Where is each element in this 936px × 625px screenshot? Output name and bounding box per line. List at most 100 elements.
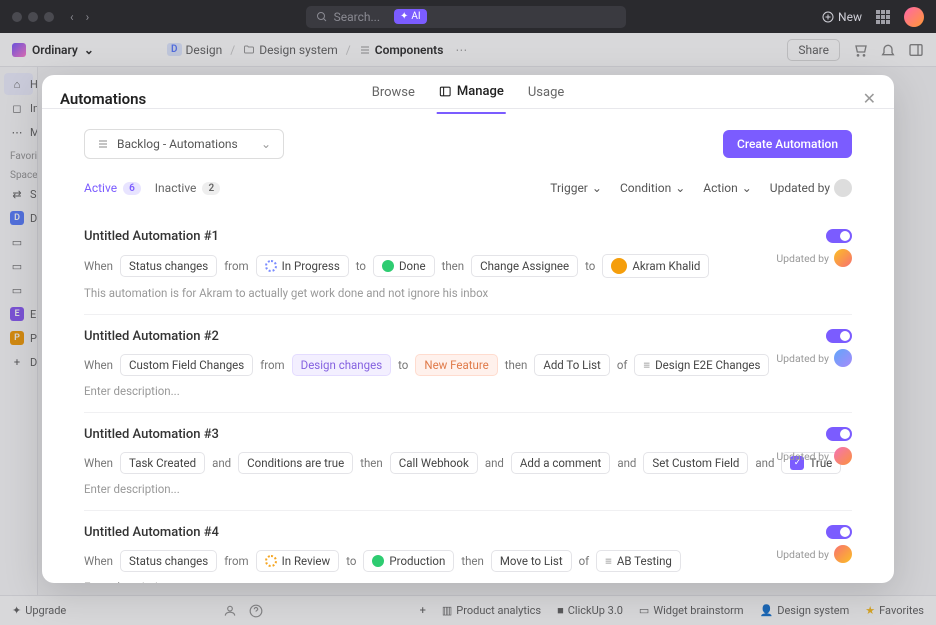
automation-description[interactable]: Enter description... [84,384,852,398]
modal-title: Automations [60,90,146,108]
chevron-down-icon: ⌄ [742,181,752,195]
rule-chip[interactable]: Change Assignee [471,255,578,277]
ai-badge[interactable]: ✦ AI [394,9,427,24]
nav-arrows: ‹ › [70,10,89,24]
rule-connector: then [505,358,528,372]
forward-button[interactable]: › [86,10,90,24]
rule-connector: When [84,456,113,470]
automation-title: Untitled Automation #2 [84,329,852,344]
automations-modal: Automations Browse Manage Usage ✕ Backlo… [42,75,894,583]
chevron-down-icon: ⌄ [592,181,602,195]
rule-chip[interactable]: Add To List [534,354,610,376]
automation-description[interactable]: Enter description... [84,580,852,583]
filter-condition[interactable]: Condition ⌄ [620,179,685,197]
list-icon: ≡ [643,358,650,372]
rule-chip[interactable]: In Progress [256,255,349,277]
automation-title: Untitled Automation #3 [84,427,852,442]
rule-connector: from [260,358,284,372]
count-badge: 6 [123,182,141,195]
status-done-icon [382,260,394,272]
automation-toggle[interactable] [826,525,852,539]
rule-connector: of [617,358,628,372]
rule-chip[interactable]: Move to List [491,550,572,572]
automation-description[interactable]: Enter description... [84,482,852,496]
rule-chip[interactable]: Status changes [120,255,217,277]
avatar-icon [834,545,852,563]
traffic-lights [12,12,54,22]
rule-chip[interactable]: New Feature [415,354,497,376]
rule-chip[interactable]: Status changes [120,550,217,572]
automation-description[interactable]: This automation is for Akram to actually… [84,286,852,300]
automation-rule: When Status changes from In Review to Product… [84,550,852,572]
apps-icon[interactable] [876,10,890,24]
rule-chip[interactable]: ≡Design E2E Changes [634,354,769,376]
rule-chip[interactable]: ≡AB Testing [596,550,681,572]
rule-connector: When [84,554,113,568]
rule-connector: and [485,456,504,470]
user-avatar[interactable] [904,7,924,27]
automation-item[interactable]: Untitled Automation #4 When Status changes… [84,511,852,583]
filter-updated-by[interactable]: Updated by [770,179,852,197]
rule-chip[interactable]: In Review [256,550,340,572]
filter-action[interactable]: Action ⌄ [703,179,752,197]
avatar-icon [834,447,852,465]
rule-connector: of [579,554,590,568]
rule-connector: from [224,554,248,568]
rule-connector: and [617,456,636,470]
tab-manage[interactable]: Manage [437,84,506,114]
automation-meta: Updated by [776,525,852,563]
rule-chip[interactable]: Task Created [120,452,205,474]
rule-chip[interactable]: Akram Khalid [602,254,709,278]
rule-chip[interactable]: Add a comment [511,452,610,474]
rule-connector: to [346,554,356,568]
filter-active[interactable]: Active 6 [84,181,141,195]
search-icon [316,11,328,23]
rule-connector: then [442,259,465,273]
tab-browse[interactable]: Browse [370,84,417,114]
create-automation-button[interactable]: Create Automation [723,130,852,158]
rule-chip[interactable]: Done [373,255,435,277]
plus-circle-icon [822,11,834,23]
rule-connector: When [84,358,113,372]
rule-connector: When [84,259,113,273]
chevron-down-icon: ⌄ [261,137,271,151]
rule-chip[interactable]: Custom Field Changes [120,354,253,376]
avatar-icon [611,258,627,274]
modal-header: Automations Browse Manage Usage ✕ [42,75,894,108]
avatar-icon [834,349,852,367]
count-badge: 2 [202,182,220,195]
rule-connector: then [360,456,383,470]
updated-by: Updated by [776,447,852,465]
automation-toggle[interactable] [826,229,852,243]
search-input[interactable]: Search... ✦ AI [306,6,626,28]
automation-rule: When Task Created and Conditions are true th… [84,452,852,474]
filter-trigger[interactable]: Trigger ⌄ [550,179,602,197]
status-progress-icon [265,260,277,272]
updated-by: Updated by [776,249,852,267]
rule-chip[interactable]: Design changes [292,354,392,376]
chevron-down-icon: ⌄ [675,181,685,195]
rule-chip[interactable]: Conditions are true [238,452,353,474]
new-button[interactable]: New [822,10,862,24]
tab-usage[interactable]: Usage [526,84,566,114]
automation-item[interactable]: Untitled Automation #1 When Status changes… [84,215,852,315]
automation-meta: Updated by [776,427,852,465]
rule-connector: to [585,259,595,273]
manage-icon [439,85,452,98]
automation-scope-select[interactable]: Backlog - Automations ⌄ [84,129,284,159]
automation-title: Untitled Automation #1 [84,229,852,244]
automation-toggle[interactable] [826,427,852,441]
close-button[interactable]: ✕ [863,89,876,108]
automation-item[interactable]: Untitled Automation #2 When Custom Field C… [84,315,852,413]
back-button[interactable]: ‹ [70,10,74,24]
rule-chip[interactable]: Call Webhook [390,452,478,474]
automation-meta: Updated by [776,229,852,267]
automation-toggle[interactable] [826,329,852,343]
filter-inactive[interactable]: Inactive 2 [155,181,220,195]
rule-chip[interactable]: Set Custom Field [643,452,748,474]
automation-title: Untitled Automation #4 [84,525,852,540]
automation-item[interactable]: Untitled Automation #3 When Task Created an… [84,413,852,511]
rule-chip[interactable]: Production [363,550,454,572]
avatar-icon [834,249,852,267]
modal-tabs: Browse Manage Usage [370,84,567,114]
